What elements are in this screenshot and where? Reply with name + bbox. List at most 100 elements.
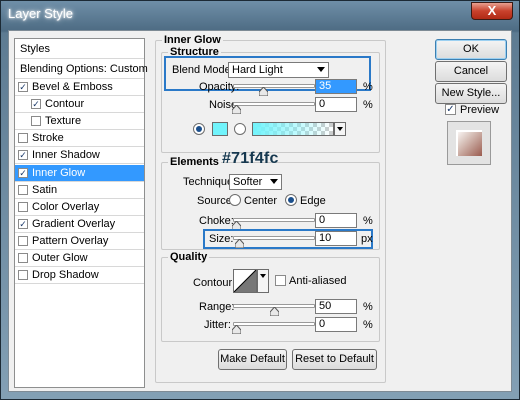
jitter-field[interactable]: 0: [315, 317, 357, 332]
solid-color-radio[interactable]: [193, 123, 205, 135]
sidebar-item-label: Drop Shadow: [32, 269, 99, 282]
style-checkbox[interactable]: [18, 270, 28, 281]
size-label: Size:: [209, 233, 234, 245]
sidebar-item-color-overlay[interactable]: Color Overlay: [15, 199, 144, 216]
style-checkbox[interactable]: ✓: [18, 150, 28, 161]
sidebar-item-outer-glow[interactable]: Outer Glow: [15, 250, 144, 267]
preview-label[interactable]: Preview: [460, 104, 499, 116]
cancel-button[interactable]: Cancel: [435, 61, 507, 82]
range-slider-thumb[interactable]: [270, 307, 279, 316]
gradient-radio[interactable]: [234, 123, 246, 135]
sidebar-item-label: Texture: [45, 115, 82, 128]
noise-slider-thumb[interactable]: [232, 105, 241, 114]
source-edge-label[interactable]: Edge: [300, 195, 326, 207]
elements-group: Elements #71f4fc Technique: Softer Sourc…: [161, 150, 380, 250]
sidebar-item-label: Pattern Overlay: [32, 234, 109, 247]
opacity-slider-thumb[interactable]: [258, 87, 268, 96]
title-bar[interactable]: Layer Style X: [1, 1, 519, 27]
size-unit: px: [361, 233, 373, 245]
style-preview-thumbnail: [447, 121, 491, 165]
noise-unit: %: [363, 99, 373, 111]
glow-gradient-swatch[interactable]: [252, 122, 334, 136]
elements-legend: Elements: [168, 156, 221, 168]
contour-curve-icon: [233, 269, 257, 293]
dialog-client: Styles Blending Options: Custom ✓ Bevel &…: [8, 30, 512, 392]
sidebar-item-label: Satin: [32, 183, 58, 196]
style-checkbox[interactable]: [18, 253, 28, 263]
preview-checkbox[interactable]: ✓: [445, 104, 456, 115]
layer-style-window: Layer Style X Styles Blending Options: C…: [0, 0, 520, 400]
sidebar-item-contour[interactable]: ✓ Contour: [15, 96, 144, 114]
technique-value: Softer: [233, 176, 263, 188]
size-slider-track[interactable]: [233, 236, 315, 240]
preview-swatch: [456, 130, 482, 156]
style-checkbox[interactable]: ✓: [18, 82, 28, 92]
contour-preview[interactable]: [233, 269, 257, 293]
chevron-down-icon: [270, 179, 278, 184]
blending-options-item[interactable]: Blending Options: Custom: [15, 59, 148, 79]
blend-mode-select[interactable]: Hard Light: [228, 62, 329, 78]
style-checkbox[interactable]: ✓: [31, 99, 41, 110]
sidebar-item-gradient-overlay[interactable]: ✓ Gradient Overlay: [15, 216, 144, 233]
slider-thumb-icon: [258, 87, 268, 96]
close-button[interactable]: X: [471, 2, 513, 20]
sidebar-item-drop-shadow[interactable]: Drop Shadow: [15, 267, 144, 285]
sidebar-item-label: Inner Glow: [32, 166, 86, 179]
contour-picker-button[interactable]: [257, 269, 269, 293]
style-checkbox[interactable]: [18, 184, 28, 195]
source-edge-radio[interactable]: [285, 194, 297, 206]
opacity-field[interactable]: 35: [315, 79, 357, 94]
sidebar-item-inner-glow[interactable]: ✓ Inner Glow: [15, 164, 144, 182]
glow-color-swatch[interactable]: [212, 122, 228, 136]
styles-header[interactable]: Styles: [15, 39, 144, 59]
choke-slider-track[interactable]: [233, 218, 315, 222]
slider-thumb-icon: [232, 105, 241, 114]
ok-button[interactable]: OK: [435, 39, 507, 60]
blend-mode-value: Hard Light: [232, 64, 283, 76]
technique-select[interactable]: Softer: [229, 174, 282, 190]
style-checkbox[interactable]: ✓: [18, 218, 28, 229]
style-checkbox[interactable]: [18, 133, 28, 144]
opacity-slider-track[interactable]: [233, 84, 315, 88]
slider-thumb-icon: [235, 239, 245, 248]
source-center-radio[interactable]: [229, 194, 241, 206]
style-checkbox[interactable]: ✓: [18, 167, 28, 178]
jitter-slider-thumb[interactable]: [232, 325, 241, 334]
size-slider-thumb[interactable]: [235, 239, 245, 248]
jitter-slider-track[interactable]: [233, 322, 315, 326]
noise-slider-track[interactable]: [233, 102, 315, 106]
sidebar-item-pattern-overlay[interactable]: Pattern Overlay: [15, 233, 144, 250]
style-checkbox[interactable]: [18, 201, 28, 212]
slider-thumb-icon: [232, 325, 241, 334]
sidebar-item-satin[interactable]: Satin: [15, 182, 144, 199]
reset-default-button[interactable]: Reset to Default: [292, 349, 377, 370]
style-checkbox[interactable]: [31, 116, 41, 127]
inner-glow-group: Inner Glow Structure Blend Mode: Hard Li…: [155, 34, 386, 383]
make-default-button[interactable]: Make Default: [218, 349, 287, 370]
sidebar-item-label: Bevel & Emboss: [32, 81, 113, 93]
structure-group: Structure Blend Mode: Hard Light Opacity…: [161, 46, 380, 153]
anti-aliased-label[interactable]: Anti-aliased: [289, 275, 346, 287]
contour-label: Contour:: [193, 277, 236, 289]
range-label: Range:: [199, 301, 235, 313]
sidebar-item-texture[interactable]: Texture: [15, 113, 144, 131]
choke-field[interactable]: 0: [315, 213, 357, 228]
gradient-picker-button[interactable]: [334, 122, 346, 136]
sidebar-item-label: Outer Glow: [32, 252, 88, 264]
choke-label: Choke:: [199, 215, 234, 227]
range-unit: %: [363, 301, 373, 313]
sidebar-item-label: Contour: [45, 98, 85, 111]
noise-field[interactable]: 0: [315, 97, 357, 112]
style-checkbox[interactable]: [18, 235, 28, 246]
sidebar-item-stroke[interactable]: Stroke: [15, 130, 144, 148]
source-center-label[interactable]: Center: [244, 195, 277, 207]
size-field[interactable]: 10: [315, 231, 357, 246]
quality-legend: Quality: [168, 251, 210, 263]
jitter-label: Jitter:: [204, 319, 231, 331]
sidebar-item-bevel-emboss[interactable]: ✓ Bevel & Emboss: [15, 79, 144, 96]
new-style-button[interactable]: New Style...: [435, 83, 507, 104]
anti-aliased-checkbox[interactable]: [275, 275, 286, 286]
sidebar-item-inner-shadow[interactable]: ✓ Inner Shadow: [15, 147, 144, 165]
range-field[interactable]: 50: [315, 299, 357, 314]
sidebar-item-label: Stroke: [32, 132, 64, 145]
